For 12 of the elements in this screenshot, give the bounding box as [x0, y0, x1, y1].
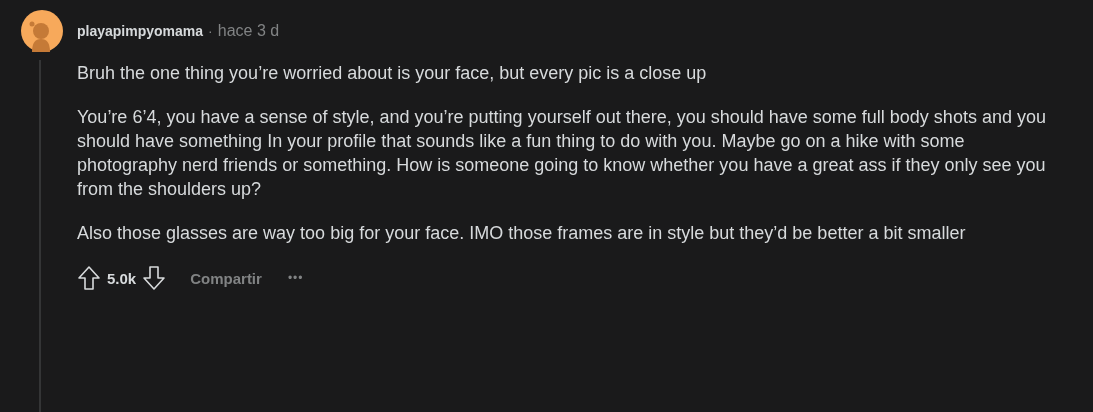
vote-count: 5.0k	[107, 269, 137, 287]
timestamp: hace 3 d	[217, 21, 280, 41]
comment-paragraph: Bruh the one thing you’re worried about is your face, but every pic is a close up	[77, 62, 708, 85]
comment-paragraph: Also those glasses are way too big for your face. IMO those frames are in style but they’d be better a bit smaller	[77, 222, 967, 245]
share-button[interactable]: Compartir	[182, 265, 270, 291]
comment-paragraph: You’re 6’4, you have a sense of style, and you’re putting yourself out there, you should have some full body shots and you should have something In your profile that sounds like a fun thing to do with you. Maybe go on a hike with some photography nerd friends or something. How is someone going to know whether you have a great ass if they only see you from the shoulders up?	[77, 106, 1047, 201]
separator: ·	[208, 22, 213, 41]
more-button[interactable]: •••	[279, 267, 312, 289]
avatar[interactable]	[21, 10, 63, 52]
downvote-icon[interactable]	[142, 265, 167, 291]
username[interactable]: playapimpyomama	[77, 10, 204, 52]
upvote-icon[interactable]	[77, 265, 101, 291]
